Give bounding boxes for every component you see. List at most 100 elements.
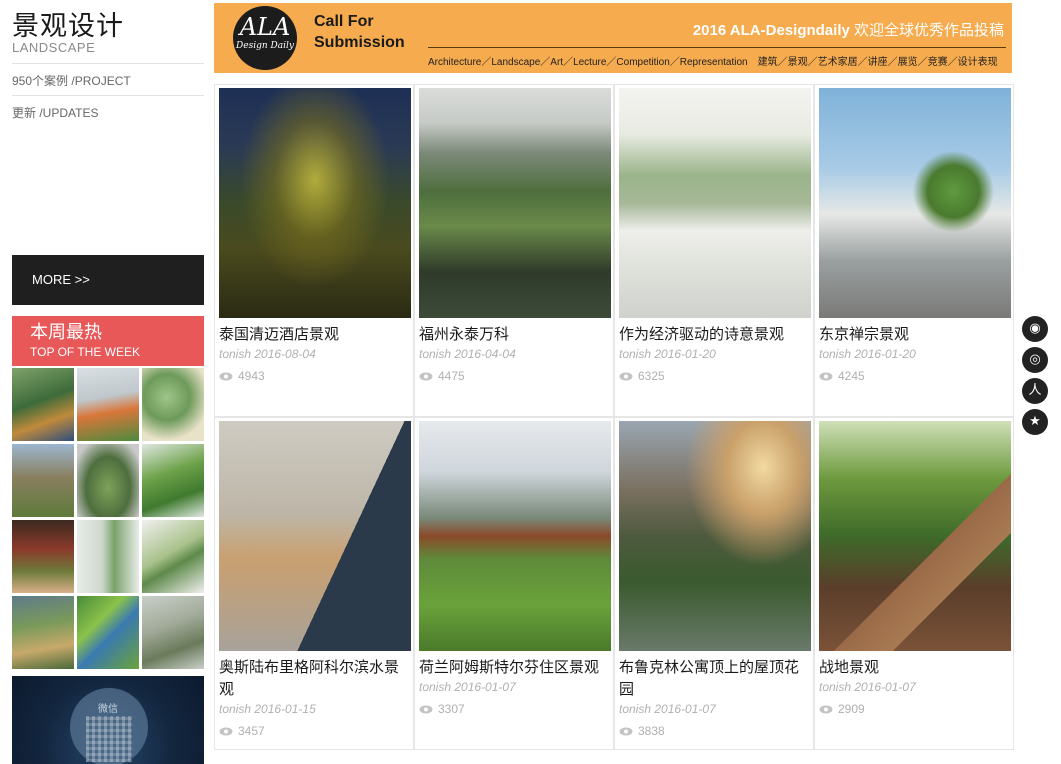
thumbnail-image[interactable] (77, 368, 139, 441)
thumbnail-image[interactable] (12, 596, 74, 669)
project-author-date: tonish 2016-01-07 (819, 680, 916, 694)
top-of-week-header: 本周最热 TOP OF THE WEEK (12, 316, 204, 366)
top-week-thumbnails (12, 368, 204, 669)
view-count: 2909 (819, 702, 865, 716)
banner-headline-zh: 欢迎全球优秀作品投稿 (849, 22, 1004, 39)
wechat-qr-code (86, 716, 132, 762)
project-grid: 泰国清迈酒店景观 tonish 2016-08-04 4943 福州永泰万科 t… (214, 84, 1014, 764)
project-image[interactable] (219, 88, 411, 318)
project-author-date: tonish 2016-08-04 (219, 347, 316, 361)
project-image[interactable] (619, 88, 811, 318)
project-card[interactable]: 布鲁克林公寓顶上的屋顶花园 tonish 2016-01-07 3838 (614, 417, 814, 750)
project-card[interactable]: 荷兰阿姆斯特尔芬住区景观 tonish 2016-01-07 3307 (414, 417, 614, 750)
thumbnail-image[interactable] (77, 596, 139, 669)
call-for-submission: Call For Submission (314, 11, 405, 53)
thumbnail-image[interactable] (77, 520, 139, 593)
eye-icon (619, 372, 633, 380)
project-card[interactable]: 奥斯陆布里格阿科尔滨水景观 tonish 2016-01-15 3457 (214, 417, 414, 750)
call-for-text: Call For (314, 13, 374, 30)
sidebar: 景观设计 LANDSCAPE 950个案例 /PROJECT 更新 /UPDAT… (12, 0, 204, 764)
thumbnail-image[interactable] (77, 444, 139, 517)
eye-icon (419, 372, 433, 380)
eye-icon (819, 705, 833, 713)
project-image[interactable] (219, 421, 411, 651)
view-count-value: 3457 (238, 724, 265, 738)
project-title[interactable]: 福州永泰万科 (419, 323, 613, 345)
view-count-value: 4943 (238, 369, 265, 383)
divider (12, 63, 204, 64)
view-count: 6325 (619, 369, 665, 383)
project-author-date: tonish 2016-01-15 (219, 702, 316, 716)
project-author-date: tonish 2016-01-07 (619, 702, 716, 716)
view-count: 3457 (219, 724, 265, 738)
project-card[interactable]: 战地景观 tonish 2016-01-07 2909 (814, 417, 1014, 750)
view-count-value: 3838 (638, 724, 665, 738)
eye-icon (819, 372, 833, 380)
project-image[interactable] (419, 421, 611, 651)
project-title[interactable]: 作为经济驱动的诗意景观 (619, 323, 813, 345)
weibo-icon[interactable]: ◉ (1022, 316, 1048, 342)
project-card[interactable]: 泰国清迈酒店景观 tonish 2016-08-04 4943 (214, 84, 414, 417)
thumbnail-image[interactable] (12, 444, 74, 517)
thumbnail-image[interactable] (142, 520, 204, 593)
thumbnail-image[interactable] (142, 596, 204, 669)
project-title[interactable]: 战地景观 (819, 656, 1013, 678)
wechat-label: 微信 (98, 704, 118, 715)
renren-icon[interactable]: 人 (1022, 378, 1048, 404)
eye-icon (219, 727, 233, 735)
logo-main-text: ALA (239, 13, 291, 41)
updates-link[interactable]: 更新 /UPDATES (12, 104, 98, 121)
tencent-weibo-icon[interactable]: ◎ (1022, 347, 1048, 373)
divider (12, 95, 204, 96)
submission-banner[interactable]: ALA Design Daily Call For Submission 201… (214, 3, 1012, 73)
thumbnail-image[interactable] (142, 444, 204, 517)
view-count-value: 3307 (438, 702, 465, 716)
banner-headline-en: 2016 ALA-Designdaily (692, 22, 850, 39)
banner-categories: Architecture／Landscape／Art／Lecture／Compe… (428, 57, 998, 68)
project-author-date: tonish 2016-01-20 (819, 347, 916, 361)
project-count-link[interactable]: 950个案例 /PROJECT (12, 72, 131, 89)
eye-icon (419, 705, 433, 713)
thumbnail-image[interactable] (142, 368, 204, 441)
project-title[interactable]: 泰国清迈酒店景观 (219, 323, 413, 345)
view-count: 4245 (819, 369, 865, 383)
project-title[interactable]: 布鲁克林公寓顶上的屋顶花园 (619, 656, 813, 700)
eye-icon (619, 727, 633, 735)
banner-divider (428, 47, 1006, 48)
submission-text: Submission (314, 34, 405, 51)
more-button[interactable]: MORE >> (12, 255, 204, 305)
top-of-week-title: 本周最热 (30, 322, 102, 343)
view-count-value: 4245 (838, 369, 865, 383)
top-of-week-subtitle: TOP OF THE WEEK (30, 345, 141, 359)
project-author-date: tonish 2016-01-07 (419, 680, 516, 694)
view-count-value: 6325 (638, 369, 665, 383)
ala-logo: ALA Design Daily (233, 6, 297, 70)
view-count: 4943 (219, 369, 265, 383)
wechat-qr-panel: 微信 (12, 676, 204, 764)
project-image[interactable] (419, 88, 611, 318)
project-author-date: tonish 2016-01-20 (619, 347, 716, 361)
section-subtitle: LANDSCAPE (12, 40, 96, 55)
thumbnail-image[interactable] (12, 520, 74, 593)
banner-headline: 2016 ALA-Designdaily 欢迎全球优秀作品投稿 (693, 19, 1004, 40)
project-image[interactable] (619, 421, 811, 651)
project-title[interactable]: 东京禅宗景观 (819, 323, 1013, 345)
section-title: 景观设计 (12, 11, 124, 42)
view-count-value: 4475 (438, 369, 465, 383)
view-count: 4475 (419, 369, 465, 383)
view-count: 3838 (619, 724, 665, 738)
project-card[interactable]: 东京禅宗景观 tonish 2016-01-20 4245 (814, 84, 1014, 417)
view-count: 3307 (419, 702, 465, 716)
project-title[interactable]: 荷兰阿姆斯特尔芬住区景观 (419, 656, 613, 678)
project-image[interactable] (819, 88, 1011, 318)
logo-sub-text: Design Daily (236, 41, 294, 51)
project-title[interactable]: 奥斯陆布里格阿科尔滨水景观 (219, 656, 413, 700)
project-card[interactable]: 福州永泰万科 tonish 2016-04-04 4475 (414, 84, 614, 417)
project-image[interactable] (819, 421, 1011, 651)
project-card[interactable]: 作为经济驱动的诗意景观 tonish 2016-01-20 6325 (614, 84, 814, 417)
eye-icon (219, 372, 233, 380)
favorite-star-icon[interactable]: ★ (1022, 409, 1048, 435)
thumbnail-image[interactable] (12, 368, 74, 441)
view-count-value: 2909 (838, 702, 865, 716)
project-author-date: tonish 2016-04-04 (419, 347, 516, 361)
